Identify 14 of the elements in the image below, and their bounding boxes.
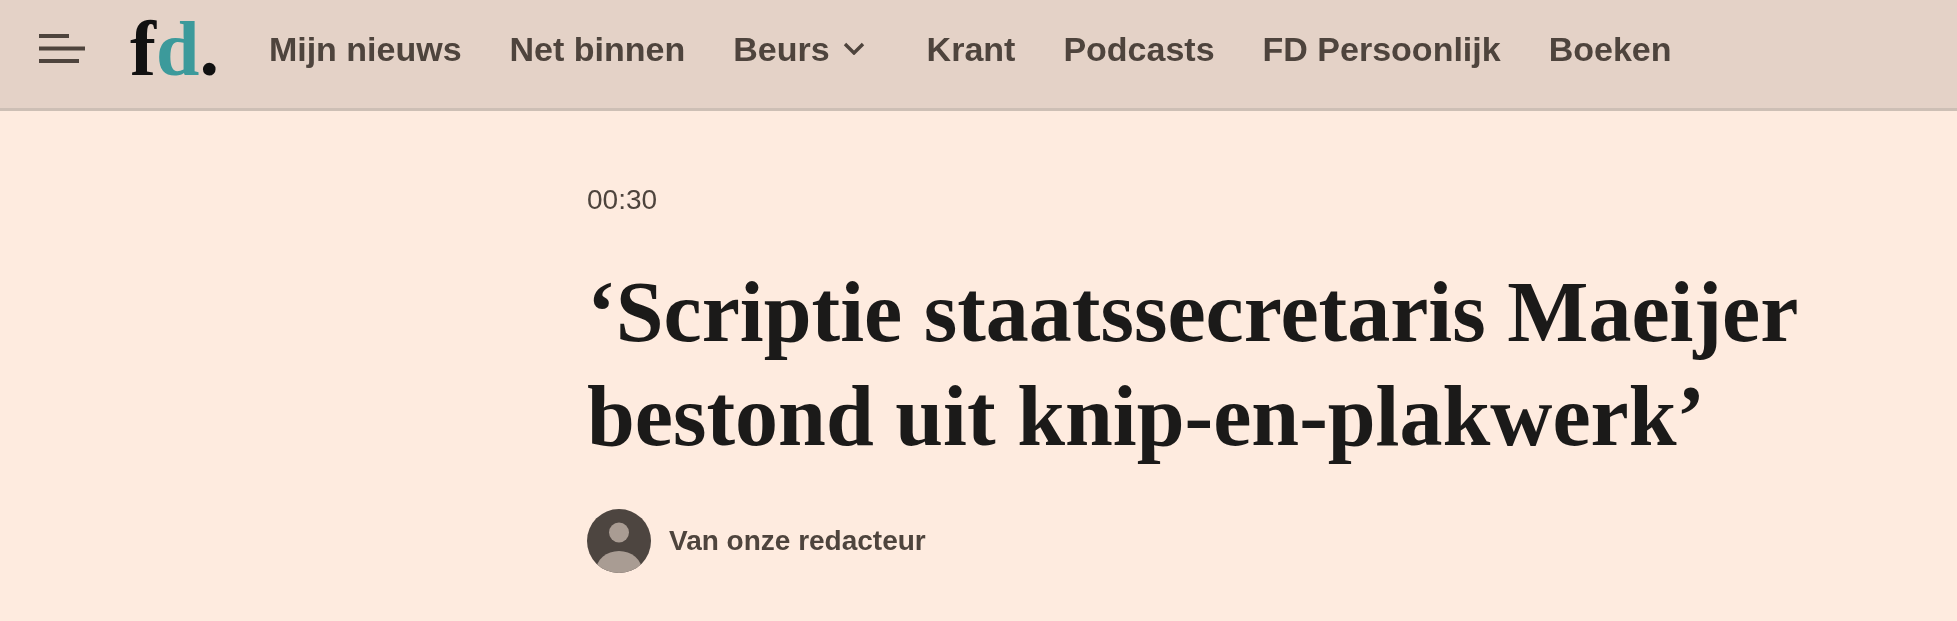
headline: ‘Scriptie staatssecretaris Maeijer bestond uit knip-en-plakwerk’	[587, 263, 1798, 466]
nav-link[interactable]: Podcasts	[1063, 28, 1215, 69]
nav-link[interactable]: FD Persoonlijk	[1262, 28, 1501, 69]
timestamp: 00:30	[587, 183, 658, 217]
nav-link[interactable]: Boeken	[1548, 28, 1672, 69]
byline: Van onze redacteur	[669, 524, 926, 558]
logo[interactable]: fd.	[130, 9, 219, 88]
nav-link[interactable]: Net binnen	[509, 28, 686, 69]
chevron-down-icon	[842, 42, 865, 55]
nav-link[interactable]: Beurs	[733, 28, 865, 69]
nav-link[interactable]: Mijn nieuws	[268, 28, 462, 69]
menu-icon[interactable]	[39, 34, 85, 63]
avatar-icon	[587, 509, 651, 573]
nav-link[interactable]: Krant	[926, 28, 1016, 69]
